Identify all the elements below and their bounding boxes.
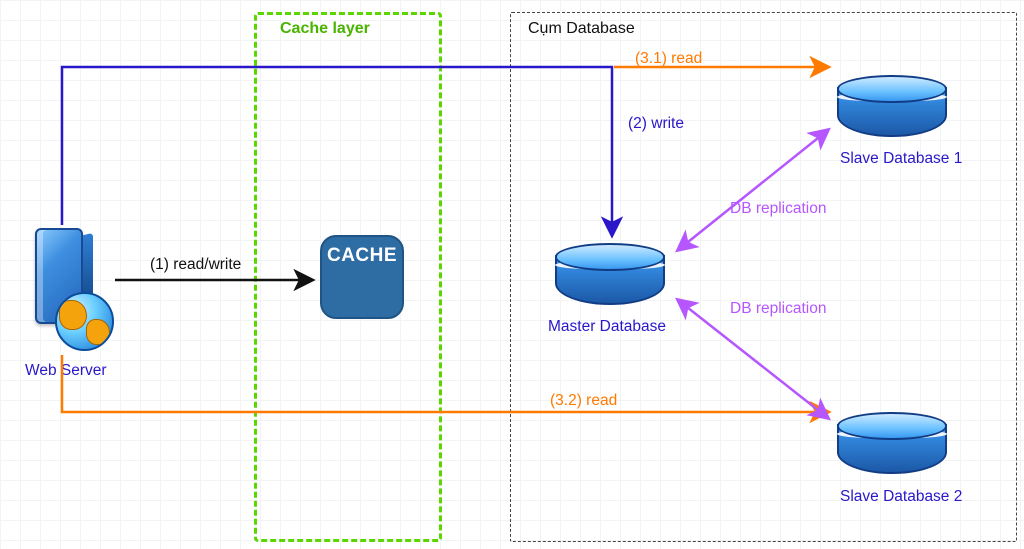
slave-db2-icon <box>837 412 947 474</box>
globe-icon <box>55 292 114 351</box>
edge-write-label: (2) write <box>628 115 684 133</box>
slave-db2-label: Slave Database 2 <box>840 488 962 506</box>
edge-read2-label: (3.2) read <box>550 392 617 410</box>
cache-layer-title: Cache layer <box>280 20 370 38</box>
cache-node: CACHE <box>320 235 404 319</box>
edge-replication2-label: DB replication <box>730 300 827 318</box>
edge-replication1-label: DB replication <box>730 200 827 218</box>
web-server-label: Web Server <box>25 362 107 380</box>
master-db-icon <box>555 243 665 305</box>
edge-read-write-label: (1) read/write <box>150 256 241 274</box>
slave-db1-label: Slave Database 1 <box>840 150 962 168</box>
master-db-label: Master Database <box>548 318 666 336</box>
edge-read1-label: (3.1) read <box>635 50 702 68</box>
diagram-canvas: Cache layer Cụm Database Web Server CACH… <box>0 0 1024 549</box>
cache-node-label: CACHE <box>327 245 397 267</box>
db-cluster-title: Cụm Database <box>528 20 635 38</box>
slave-db1-icon <box>837 75 947 137</box>
